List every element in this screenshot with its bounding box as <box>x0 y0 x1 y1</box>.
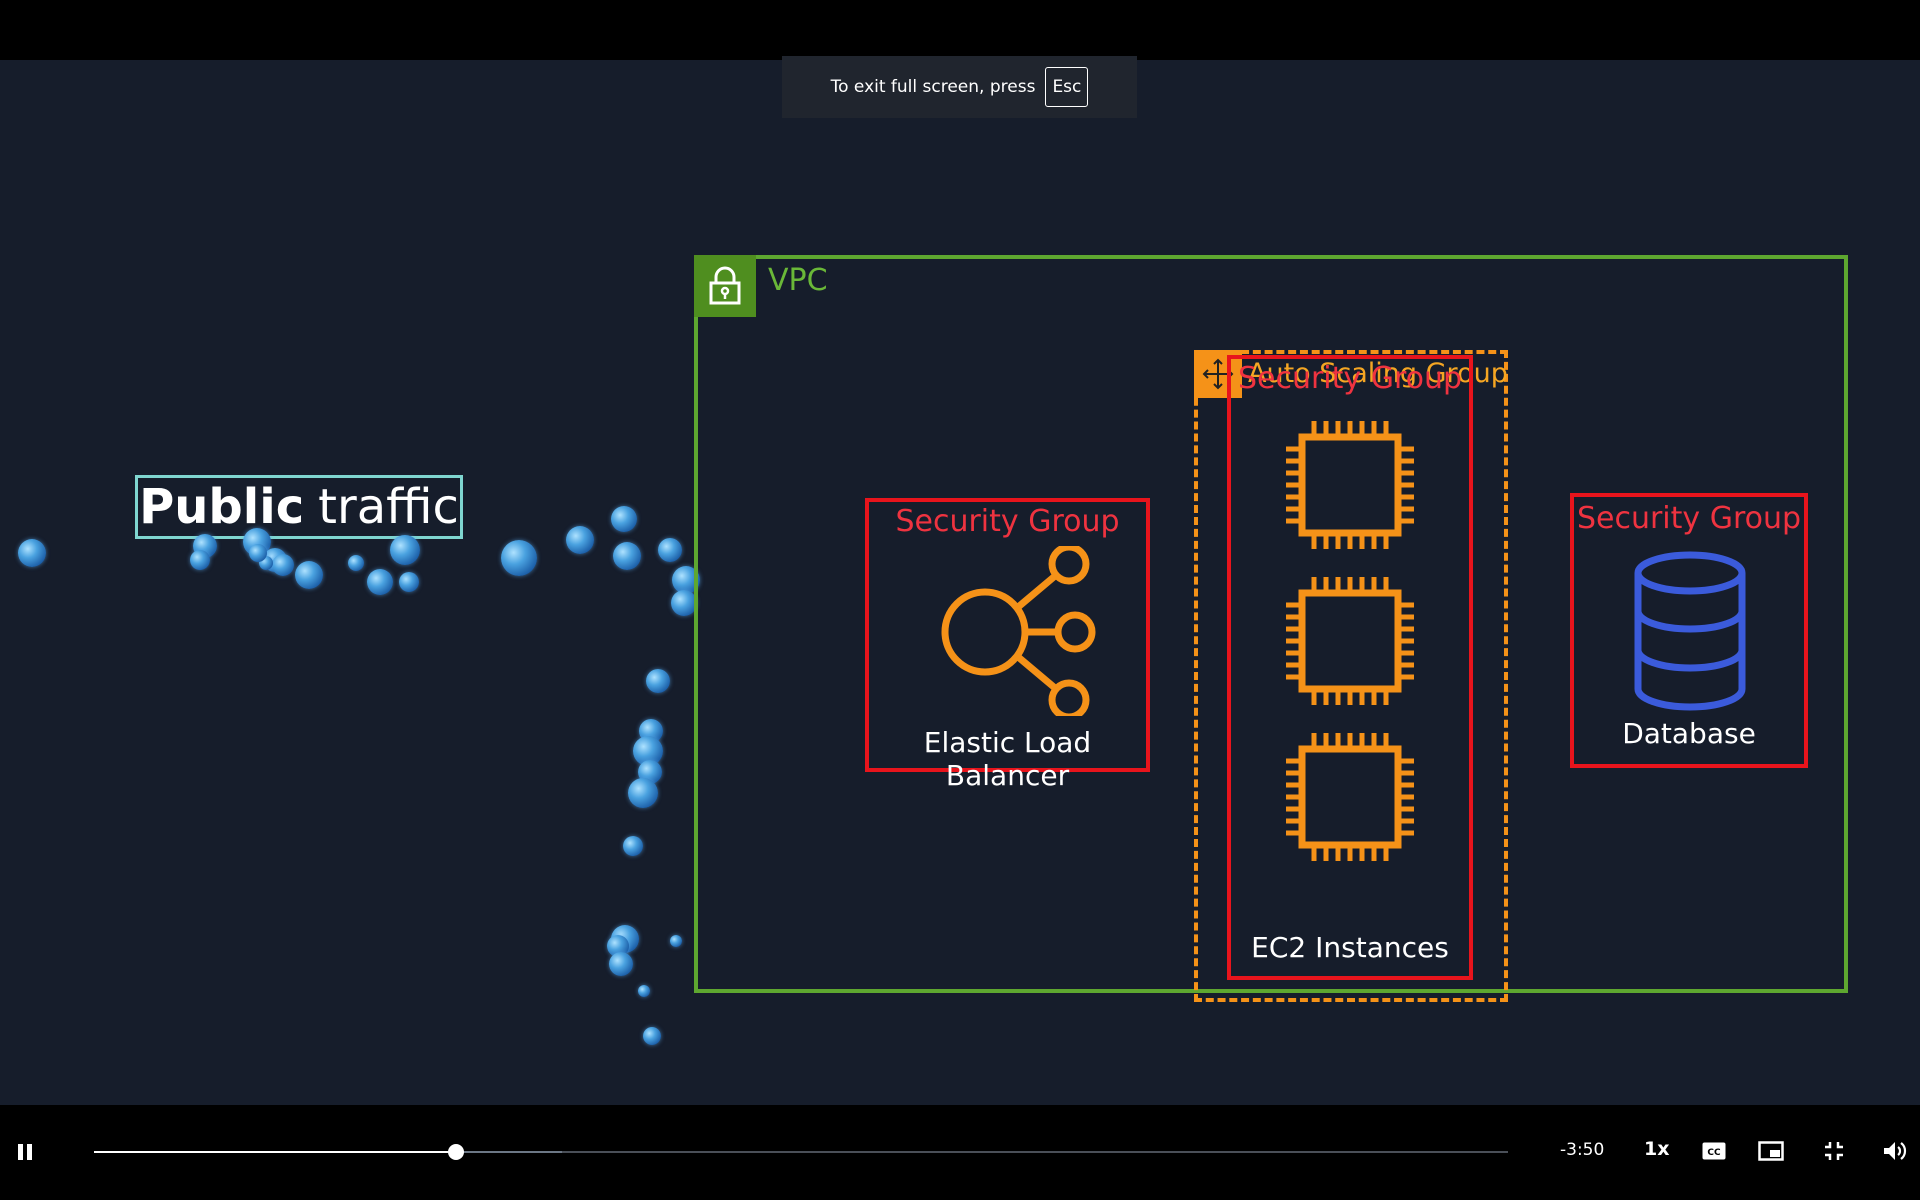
ec2-label: EC2 Instances <box>1251 931 1449 964</box>
ec2-instance-icon <box>1286 577 1414 705</box>
vpc-label: VPC <box>768 263 828 298</box>
database-label: Database <box>1622 717 1756 750</box>
database-icon <box>1634 551 1746 711</box>
closed-captions-icon: CC <box>1702 1142 1726 1160</box>
traffic-bubble <box>646 669 670 693</box>
traffic-bubble <box>611 506 637 532</box>
traffic-bubble <box>18 539 46 567</box>
svg-text:CC: CC <box>1707 1148 1721 1158</box>
traffic-bubble <box>348 555 364 571</box>
traffic-bubble <box>295 561 323 589</box>
public-traffic-rest: traffic <box>318 479 459 535</box>
esc-key-hint: Esc <box>1045 67 1089 107</box>
traffic-bubble <box>566 526 594 554</box>
traffic-bubble <box>190 550 210 570</box>
elb-security-group-title: Security Group <box>895 504 1120 539</box>
volume-button[interactable] <box>1880 1137 1910 1165</box>
picture-in-picture-icon <box>1758 1141 1784 1161</box>
exit-fullscreen-text: To exit full screen, press <box>830 77 1036 97</box>
traffic-bubble <box>390 535 420 565</box>
ec2-security-group: Security Group EC2 Instances <box>1227 355 1473 980</box>
traffic-bubble <box>249 544 267 562</box>
time-remaining: -3:50 <box>1560 1140 1605 1160</box>
captions-button[interactable]: CC <box>1700 1137 1728 1165</box>
progress-scrubber[interactable] <box>447 1144 464 1160</box>
pause-icon <box>18 1144 32 1160</box>
played-progress <box>94 1151 456 1153</box>
playback-speed-button[interactable]: 1x <box>1644 1138 1669 1160</box>
traffic-bubble <box>638 985 650 997</box>
traffic-bubble <box>670 935 682 947</box>
public-traffic-bold: Public <box>139 479 305 535</box>
elb-security-group: Security Group Elastic Load Balancer <box>865 498 1150 792</box>
elb-label: Elastic Load Balancer <box>923 726 1092 792</box>
load-balancer-icon <box>941 546 1096 716</box>
public-traffic-label: Public traffic <box>135 475 463 539</box>
traffic-bubble <box>643 1027 661 1045</box>
traffic-bubble <box>367 569 393 595</box>
lock-icon <box>694 255 756 317</box>
traffic-bubble <box>613 542 641 570</box>
traffic-bubble <box>628 778 658 808</box>
video-frame[interactable]: Public traffic VPC Security Group Elasti… <box>0 60 1920 1105</box>
traffic-bubble <box>272 554 294 576</box>
db-security-group: Security Group Database <box>1570 493 1808 768</box>
ec2-security-group-title: Security Group <box>1237 361 1463 396</box>
traffic-bubble <box>609 952 633 976</box>
traffic-bubble <box>658 538 682 562</box>
picture-in-picture-button[interactable] <box>1756 1137 1786 1165</box>
exit-fullscreen-notice: To exit full screen, press Esc <box>782 56 1137 118</box>
traffic-bubble <box>501 540 537 576</box>
db-security-group-title: Security Group <box>1576 501 1802 536</box>
traffic-bubble <box>399 572 419 592</box>
volume-icon <box>1884 1142 1907 1160</box>
traffic-bubble <box>623 836 643 856</box>
progress-bar[interactable] <box>94 1144 1508 1160</box>
exit-fullscreen-icon <box>1825 1142 1843 1160</box>
exit-fullscreen-button[interactable] <box>1820 1137 1848 1165</box>
pause-button[interactable] <box>12 1137 38 1167</box>
ec2-instance-icon <box>1286 421 1414 549</box>
ec2-instance-icon <box>1286 733 1414 861</box>
